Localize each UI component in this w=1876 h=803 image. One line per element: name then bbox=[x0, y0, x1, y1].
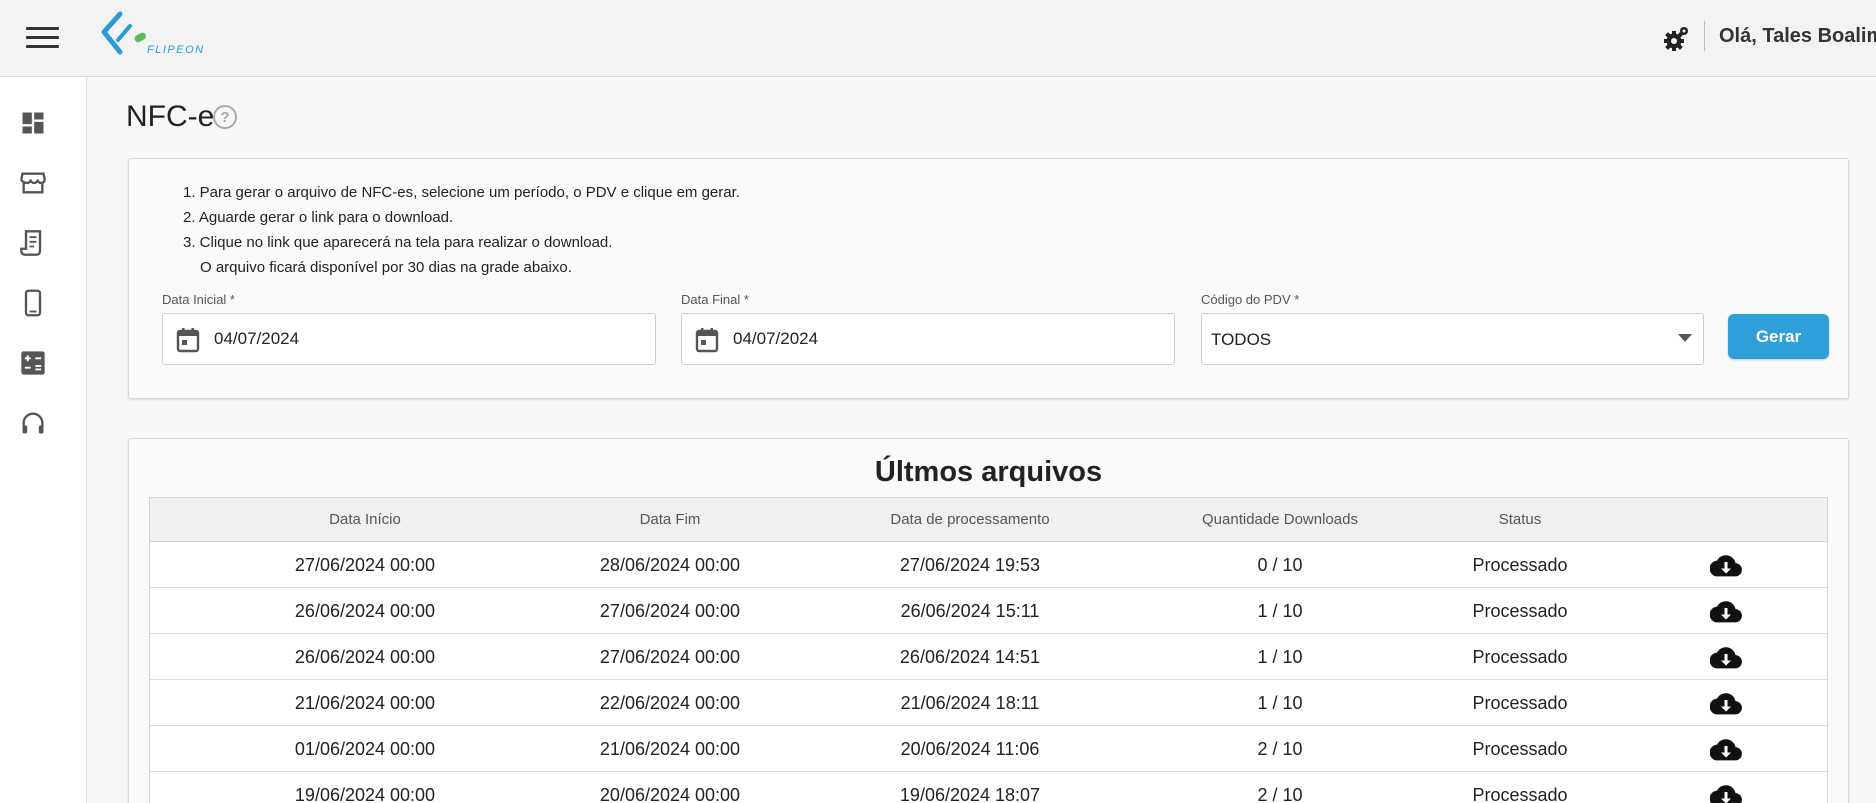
calendar-icon[interactable] bbox=[695, 327, 719, 353]
table-row: 26/06/2024 00:00 27/06/2024 00:00 26/06/… bbox=[150, 588, 1827, 634]
data-inicial-field[interactable]: 04/07/2024 bbox=[162, 313, 656, 365]
top-bar: FLIPEON Olá, Tales Boalim bbox=[0, 0, 1876, 77]
data-processamento-cell: 20/06/2024 11:06 bbox=[900, 739, 1040, 759]
calculator-icon[interactable] bbox=[19, 349, 47, 377]
table-row: 19/06/2024 00:00 20/06/2024 00:00 19/06/… bbox=[150, 772, 1827, 803]
table-header: Data Início Data Fim Data de processamen… bbox=[150, 498, 1827, 542]
dashboard-icon[interactable] bbox=[19, 109, 47, 137]
sidebar bbox=[0, 77, 87, 803]
cloud-download-icon[interactable] bbox=[1709, 784, 1742, 803]
headset-support-icon[interactable] bbox=[19, 409, 47, 437]
downloads-cell: 2 / 10 bbox=[1257, 785, 1303, 803]
files-table: Data Início Data Fim Data de processamen… bbox=[149, 497, 1828, 803]
data-fim-cell: 27/06/2024 00:00 bbox=[599, 647, 741, 667]
data-inicial-label: Data Inicial * bbox=[162, 292, 235, 307]
data-inicial-value: 04/07/2024 bbox=[214, 329, 300, 348]
data-inicio-cell: 01/06/2024 00:00 bbox=[294, 739, 436, 759]
data-fim-cell: 27/06/2024 00:00 bbox=[599, 601, 741, 621]
status-cell: Processado bbox=[1472, 739, 1568, 759]
column-header[interactable]: Status bbox=[1440, 498, 1600, 542]
gears-icon[interactable] bbox=[1661, 24, 1691, 54]
receipt-icon[interactable] bbox=[19, 229, 47, 257]
table-row: 01/06/2024 00:00 21/06/2024 00:00 20/06/… bbox=[150, 726, 1827, 772]
data-inicio-cell: 19/06/2024 00:00 bbox=[294, 785, 436, 803]
data-final-value: 04/07/2024 bbox=[733, 329, 819, 348]
calendar-icon[interactable] bbox=[176, 327, 200, 353]
cloud-download-icon[interactable] bbox=[1709, 554, 1742, 578]
help-circle-icon[interactable]: ? bbox=[212, 104, 238, 130]
header-divider bbox=[1704, 21, 1705, 51]
cloud-download-icon[interactable] bbox=[1709, 600, 1742, 624]
status-cell: Processado bbox=[1472, 555, 1568, 575]
store-icon[interactable] bbox=[19, 169, 47, 197]
hamburger-menu-icon[interactable] bbox=[26, 27, 59, 51]
downloads-cell: 1 / 10 bbox=[1257, 693, 1303, 713]
data-fim-cell: 20/06/2024 00:00 bbox=[599, 785, 741, 803]
data-processamento-cell: 19/06/2024 18:07 bbox=[899, 785, 1041, 803]
instructions-list: 1. Para gerar o arquivo de NFC-es, selec… bbox=[183, 180, 740, 280]
svg-text:?: ? bbox=[220, 109, 229, 126]
status-cell: Processado bbox=[1472, 785, 1568, 803]
last-files-title: Últmos arquivos bbox=[874, 456, 1103, 488]
downloads-cell: 2 / 10 bbox=[1257, 739, 1303, 759]
instruction-note: O arquivo ficará disponível por 30 dias … bbox=[200, 259, 572, 276]
status-cell: Processado bbox=[1472, 647, 1568, 667]
instruction-step: 1. Para gerar o arquivo de NFC-es, selec… bbox=[183, 184, 740, 201]
status-cell: Processado bbox=[1472, 693, 1568, 713]
column-header[interactable]: Quantidade Downloads bbox=[1170, 498, 1390, 542]
downloads-cell: 0 / 10 bbox=[1257, 555, 1303, 575]
flipeon-logo[interactable]: FLIPEON bbox=[98, 10, 223, 65]
chevron-down-icon[interactable] bbox=[1678, 334, 1692, 342]
data-processamento-cell: 21/06/2024 18:11 bbox=[900, 693, 1040, 713]
cloud-download-icon[interactable] bbox=[1709, 646, 1742, 670]
last-files-card: Últmos arquivos Data Início Data Fim Dat… bbox=[128, 438, 1849, 803]
data-inicio-cell: 21/06/2024 00:00 bbox=[294, 693, 436, 713]
column-header[interactable]: Data de processamento bbox=[840, 498, 1100, 542]
codigo-pdv-value: TODOS bbox=[1211, 330, 1272, 349]
data-inicio-cell: 27/06/2024 00:00 bbox=[294, 555, 436, 575]
data-fim-cell: 28/06/2024 00:00 bbox=[599, 555, 741, 575]
instruction-step: 2. Aguarde gerar o link para o download. bbox=[183, 209, 454, 226]
cloud-download-icon[interactable] bbox=[1709, 692, 1742, 716]
column-header[interactable]: Data Fim bbox=[570, 498, 770, 542]
cloud-download-icon[interactable] bbox=[1709, 738, 1742, 762]
smartphone-icon[interactable] bbox=[19, 289, 47, 317]
data-processamento-cell: 27/06/2024 19:53 bbox=[899, 555, 1041, 575]
table-row: 21/06/2024 00:00 22/06/2024 00:00 21/06/… bbox=[150, 680, 1827, 726]
generate-file-card: 1. Para gerar o arquivo de NFC-es, selec… bbox=[128, 158, 1849, 399]
page-title: NFC-e bbox=[126, 100, 215, 133]
instruction-step: 3. Clique no link que aparecerá na tela … bbox=[183, 234, 613, 251]
data-final-label: Data Final * bbox=[681, 292, 749, 307]
gerar-button[interactable]: Gerar bbox=[1728, 314, 1829, 359]
data-processamento-cell: 26/06/2024 14:51 bbox=[899, 647, 1041, 667]
data-inicio-cell: 26/06/2024 00:00 bbox=[294, 601, 436, 621]
downloads-cell: 1 / 10 bbox=[1257, 647, 1303, 667]
codigo-pdv-label: Código do PDV * bbox=[1201, 292, 1300, 307]
table-row: 26/06/2024 00:00 27/06/2024 00:00 26/06/… bbox=[150, 634, 1827, 680]
downloads-cell: 1 / 10 bbox=[1257, 601, 1303, 621]
status-cell: Processado bbox=[1472, 601, 1568, 621]
codigo-pdv-select[interactable]: TODOS bbox=[1201, 313, 1704, 365]
user-greeting[interactable]: Olá, Tales Boalim bbox=[1719, 25, 1876, 48]
data-final-field[interactable]: 04/07/2024 bbox=[681, 313, 1175, 365]
data-fim-cell: 21/06/2024 00:00 bbox=[599, 739, 741, 759]
table-row: 27/06/2024 00:00 28/06/2024 00:00 27/06/… bbox=[150, 542, 1827, 588]
data-processamento-cell: 26/06/2024 15:11 bbox=[900, 601, 1040, 621]
data-fim-cell: 22/06/2024 00:00 bbox=[599, 693, 741, 713]
data-inicio-cell: 26/06/2024 00:00 bbox=[294, 647, 436, 667]
column-header[interactable]: Data Início bbox=[265, 498, 465, 542]
logo-text: FLIPEON bbox=[147, 44, 205, 56]
